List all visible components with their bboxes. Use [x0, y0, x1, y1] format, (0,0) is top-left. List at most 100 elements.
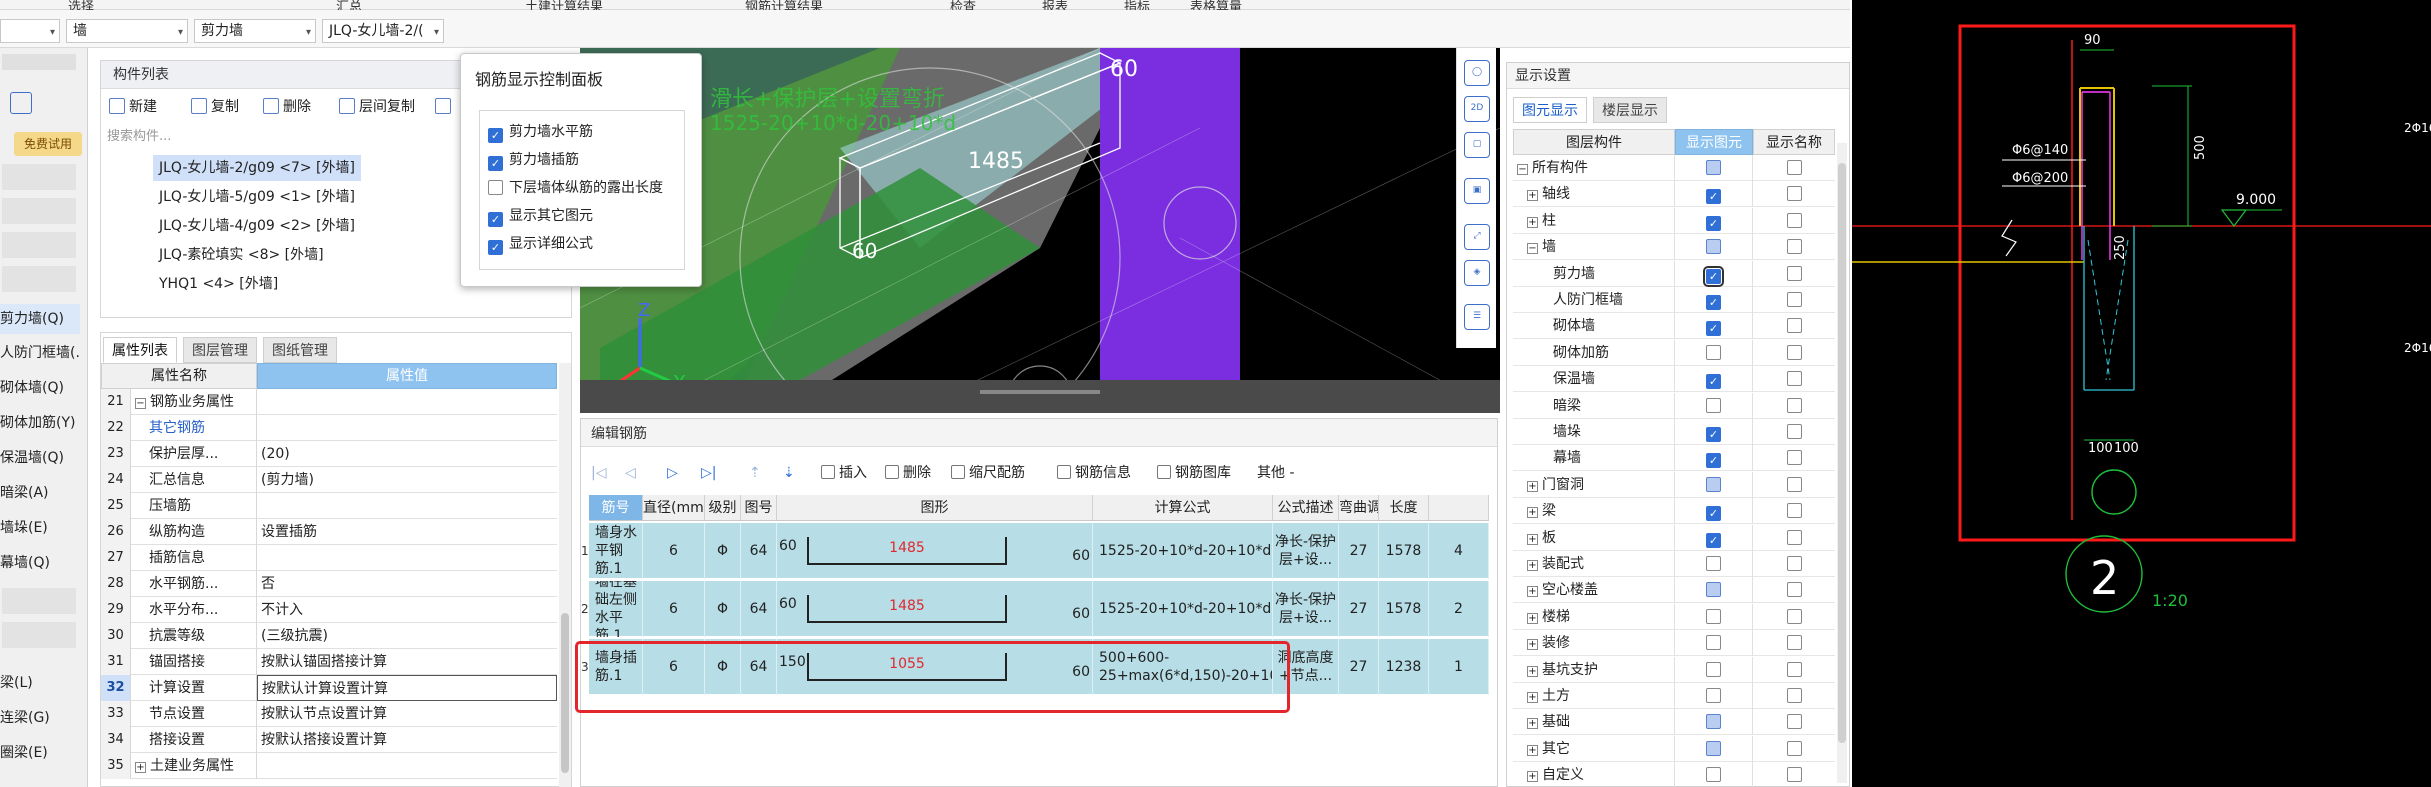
copy-button[interactable]: 复制 — [191, 95, 239, 119]
show-name-cell[interactable] — [1753, 498, 1835, 524]
column-header[interactable]: 计算公式 — [1093, 495, 1273, 521]
expand-icon[interactable]: + — [1527, 771, 1538, 783]
expand-icon[interactable]: + — [1527, 507, 1538, 519]
expand-icon[interactable]: + — [135, 762, 146, 773]
rebar-cell-len[interactable]: 1238 — [1379, 639, 1429, 695]
collapse-icon[interactable]: − — [135, 398, 146, 409]
expand-icon[interactable]: + — [1527, 533, 1538, 545]
checkbox-partial-icon[interactable] — [1706, 582, 1721, 598]
scale-rebar-button[interactable]: 缩尺配筋 — [951, 461, 1025, 485]
display-settings-icon[interactable]: ☰ — [1464, 304, 1490, 330]
category-combo[interactable]: 墙 ▾ — [66, 19, 188, 43]
checkbox-unchecked-icon[interactable] — [1786, 292, 1802, 307]
show-name-cell[interactable] — [1753, 287, 1835, 313]
property-row[interactable]: 35 + 土建业务属性 — [101, 753, 557, 779]
column-header[interactable]: 弯曲调整 — [1339, 495, 1379, 521]
checkbox-unchecked-icon[interactable] — [1786, 767, 1802, 783]
column-header[interactable]: 图号 — [741, 495, 777, 521]
expand-icon[interactable]: + — [1527, 718, 1538, 730]
checkbox-unchecked-icon[interactable] — [1786, 608, 1802, 624]
tree-item-civil-door-wall[interactable]: 人防门框墙(.. — [0, 338, 80, 368]
show-name-cell[interactable] — [1753, 155, 1835, 181]
checkbox-unchecked-icon[interactable] — [1706, 556, 1721, 571]
checkbox-unchecked-icon[interactable] — [1706, 661, 1721, 677]
display-row[interactable]: + 楼梯 — [1513, 603, 1835, 630]
list-item[interactable]: JLQ-女儿墙-5/g09 <1> [外墙] — [153, 184, 361, 210]
checkbox-unchecked-icon[interactable] — [488, 180, 503, 195]
display-row[interactable]: 砌体加筋 — [1513, 339, 1835, 366]
display-row[interactable]: + 板 ✓ — [1513, 524, 1835, 551]
show-name-cell[interactable] — [1753, 630, 1835, 656]
rebar-cell-bend[interactable]: 27 — [1339, 581, 1379, 637]
tab-properties[interactable]: 属性列表 — [103, 337, 177, 363]
display-row[interactable]: + 其它 — [1513, 735, 1835, 762]
property-row[interactable]: 22 其它钢筋 — [101, 415, 557, 441]
rebar-cell-len[interactable]: 1578 — [1379, 581, 1429, 637]
checkbox-unchecked-icon[interactable] — [1786, 556, 1802, 571]
scrollbar-thumb[interactable] — [561, 613, 569, 773]
checkbox-unchecked-icon[interactable] — [1786, 661, 1802, 677]
display-row[interactable]: 幕墙 ✓ — [1513, 445, 1835, 472]
display-row[interactable]: + 门窗洞 — [1513, 471, 1835, 498]
checkbox-unchecked-icon[interactable] — [1706, 397, 1721, 413]
property-value[interactable] — [257, 415, 557, 441]
delete-button[interactable]: 删除 — [263, 95, 311, 119]
property-row[interactable]: 25 压墙筋 — [101, 493, 557, 519]
checkbox-checked-icon[interactable]: ✓ — [1706, 427, 1721, 442]
property-value[interactable]: 按默认锚固搭接计算 — [257, 649, 557, 675]
expand-icon[interactable]: + — [1527, 665, 1538, 677]
show-element-cell[interactable] — [1675, 392, 1753, 419]
last-record-icon[interactable]: ▷| — [701, 461, 716, 485]
insert-button[interactable]: 插入 — [821, 461, 867, 485]
checkbox-unchecked-icon[interactable] — [1786, 160, 1802, 175]
tab-layer-manage[interactable]: 图层管理 — [183, 337, 257, 363]
show-name-cell[interactable] — [1753, 393, 1835, 419]
checkbox-unchecked-icon[interactable] — [1786, 318, 1802, 334]
show-name-cell[interactable] — [1753, 445, 1835, 471]
show-name-cell[interactable] — [1753, 261, 1835, 287]
rebar-cell-formula[interactable]: 1525-20+10*d-20+10*d — [1093, 523, 1273, 579]
floor-copy-button[interactable]: 层间复制 — [339, 95, 415, 119]
display-row[interactable]: 墙垛 ✓ — [1513, 419, 1835, 445]
expand-icon[interactable]: + — [1527, 586, 1538, 598]
tree-item-beam[interactable]: 梁(L) — [0, 668, 80, 698]
show-name-cell[interactable] — [1753, 762, 1835, 787]
expand-icon[interactable]: + — [1527, 612, 1538, 624]
property-value[interactable] — [257, 389, 557, 415]
option-show-other-elements[interactable]: ✓ 显示其它图元 — [488, 205, 593, 227]
property-row[interactable]: 23 保护层厚... (20) — [101, 441, 557, 467]
show-name-cell[interactable] — [1753, 577, 1835, 603]
view-2d-icon[interactable]: 2D — [1464, 96, 1490, 122]
view-3d-box-icon[interactable]: ▢ — [1464, 132, 1490, 158]
rebar-cell-formula[interactable]: 1525-20+10*d-20+10*d — [1093, 581, 1273, 637]
next-record-icon[interactable]: ▷ — [667, 461, 678, 485]
property-scrollbar[interactable] — [559, 363, 571, 787]
rebar-info-button[interactable]: 钢筋信息 — [1057, 461, 1131, 485]
show-element-cell[interactable]: ✓ — [1675, 207, 1753, 234]
checkbox-checked-icon[interactable]: ✓ — [1706, 506, 1721, 522]
property-value[interactable]: 按默认搭接设置计算 — [257, 727, 557, 753]
tab-element-display[interactable]: 图元显示 — [1513, 97, 1587, 123]
display-row[interactable]: 人防门框墙 ✓ — [1513, 287, 1835, 313]
show-element-cell[interactable] — [1675, 234, 1753, 261]
display-row[interactable]: 剪力墙 ✓ — [1513, 260, 1835, 287]
property-value[interactable]: 不计入 — [257, 597, 557, 623]
option-wall-horizontal-rebar[interactable]: ✓ 剪力墙水平筋 — [488, 121, 593, 143]
show-element-cell[interactable] — [1675, 762, 1753, 787]
checkbox-unchecked-icon[interactable] — [1786, 397, 1802, 413]
property-row[interactable]: 33 节点设置 按默认节点设置计算 — [101, 701, 557, 727]
checkbox-checked-icon[interactable]: ✓ — [1706, 215, 1721, 231]
rebar-cell-name[interactable]: 墙在基础左侧水平筋.1 — [589, 581, 643, 637]
more-tools-icon[interactable] — [435, 95, 455, 119]
show-name-cell[interactable] — [1753, 472, 1835, 498]
display-row[interactable]: + 装配式 — [1513, 551, 1835, 577]
rebar-shape-cell[interactable]: 60 1485 60 — [777, 523, 1093, 579]
show-name-cell[interactable] — [1753, 340, 1835, 366]
show-name-cell[interactable] — [1753, 683, 1835, 709]
display-row[interactable]: − 墙 — [1513, 234, 1835, 261]
checkbox-checked-icon[interactable]: ✓ — [488, 156, 503, 171]
show-element-cell[interactable] — [1675, 683, 1753, 709]
rebar-cell-name[interactable]: 墙身水平钢筋.1 — [589, 523, 643, 579]
list-item[interactable]: JLQ-女儿墙-2/g09 <7> [外墙] — [153, 155, 361, 181]
show-element-cell[interactable] — [1675, 339, 1753, 366]
